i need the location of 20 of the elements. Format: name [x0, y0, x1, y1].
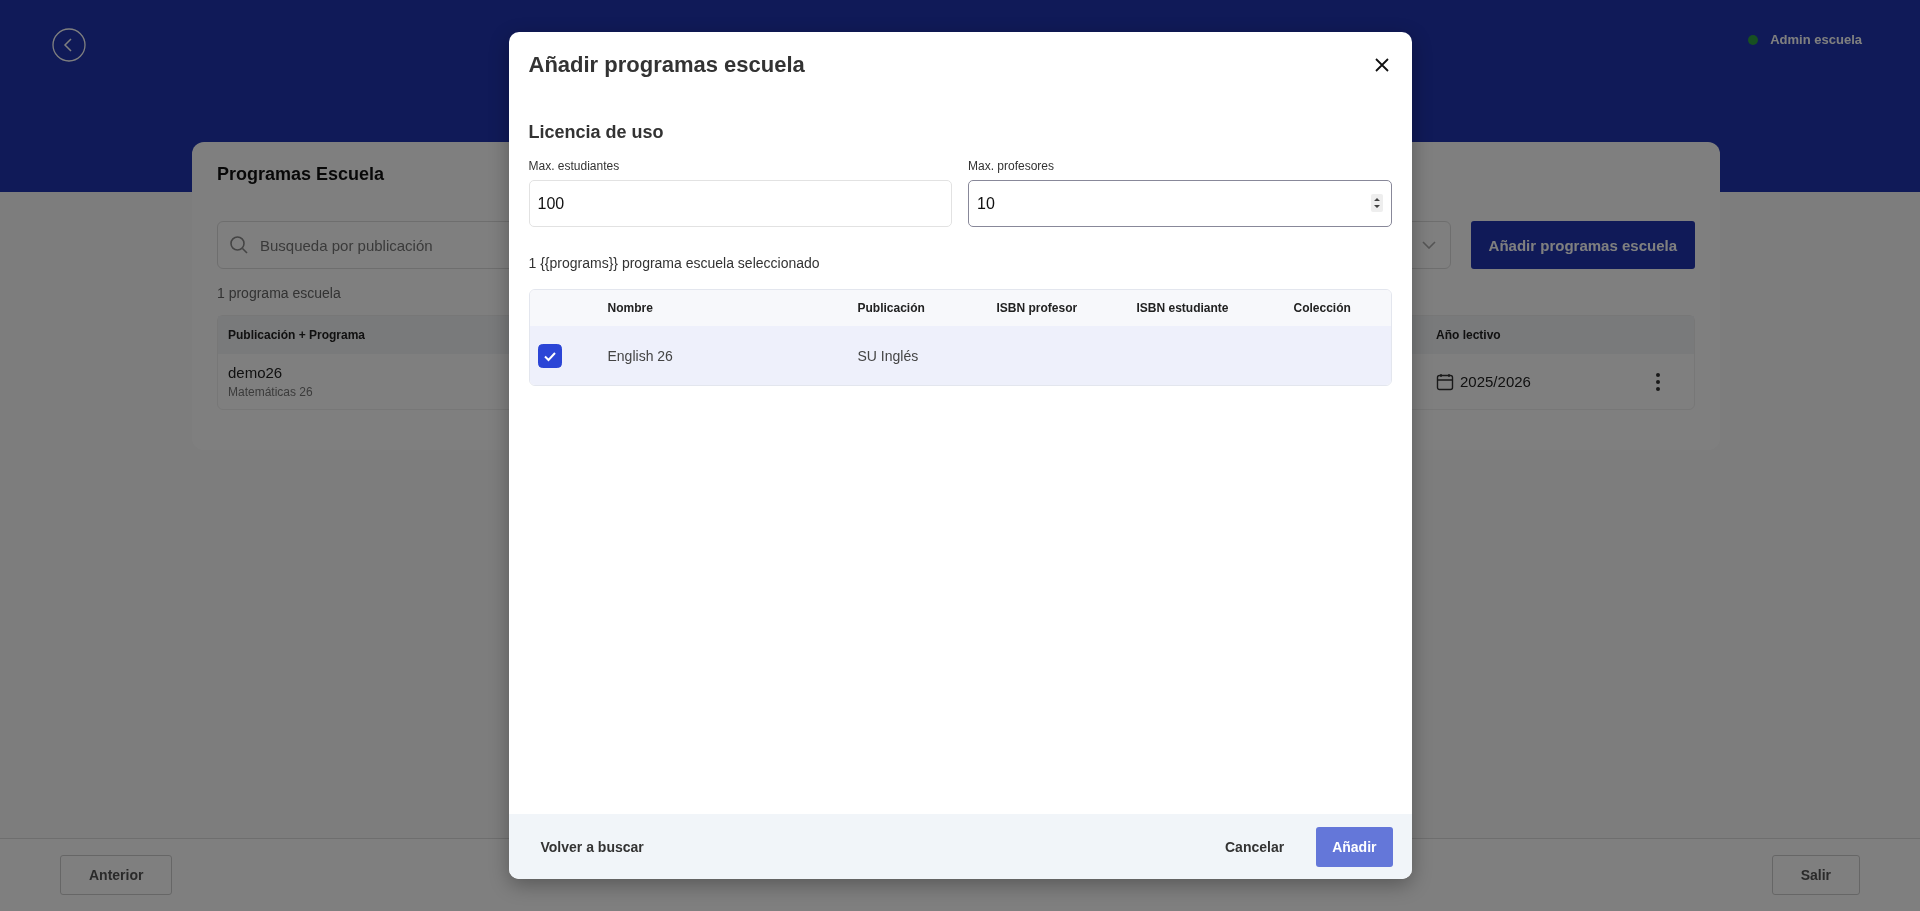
program-name: Matemáticas 26	[228, 385, 314, 399]
modal-title: Añadir programas escuela	[528, 52, 805, 78]
field-label: Max. profesores	[968, 159, 1056, 173]
column-header: ISBN estudiante	[1136, 301, 1230, 315]
user-name: Admin escuela	[1770, 32, 1862, 47]
column-header: Publicación + Programa	[228, 328, 366, 342]
column-header: Publicación	[857, 301, 926, 315]
selection-summary: 1 {{programs}} programa escuela seleccionado	[528, 255, 820, 271]
result-count: 1 programa escuela	[217, 285, 341, 301]
section-title: Licencia de uso	[528, 122, 665, 143]
table-cell-text: English 26	[607, 347, 674, 364]
school-year: 2025/2026	[1460, 373, 1531, 390]
column-header: ISBN profesor	[996, 301, 1079, 315]
column-header: Año lectivo	[1436, 328, 1501, 342]
column-header: Nombre	[607, 301, 654, 315]
publication-name: demo26	[228, 364, 284, 381]
card-title: Programas Escuela	[217, 164, 385, 185]
table-cell-text: SU Inglés	[857, 347, 920, 364]
field-label: Max. estudiantes	[528, 159, 621, 173]
column-header: Colección	[1293, 301, 1352, 315]
